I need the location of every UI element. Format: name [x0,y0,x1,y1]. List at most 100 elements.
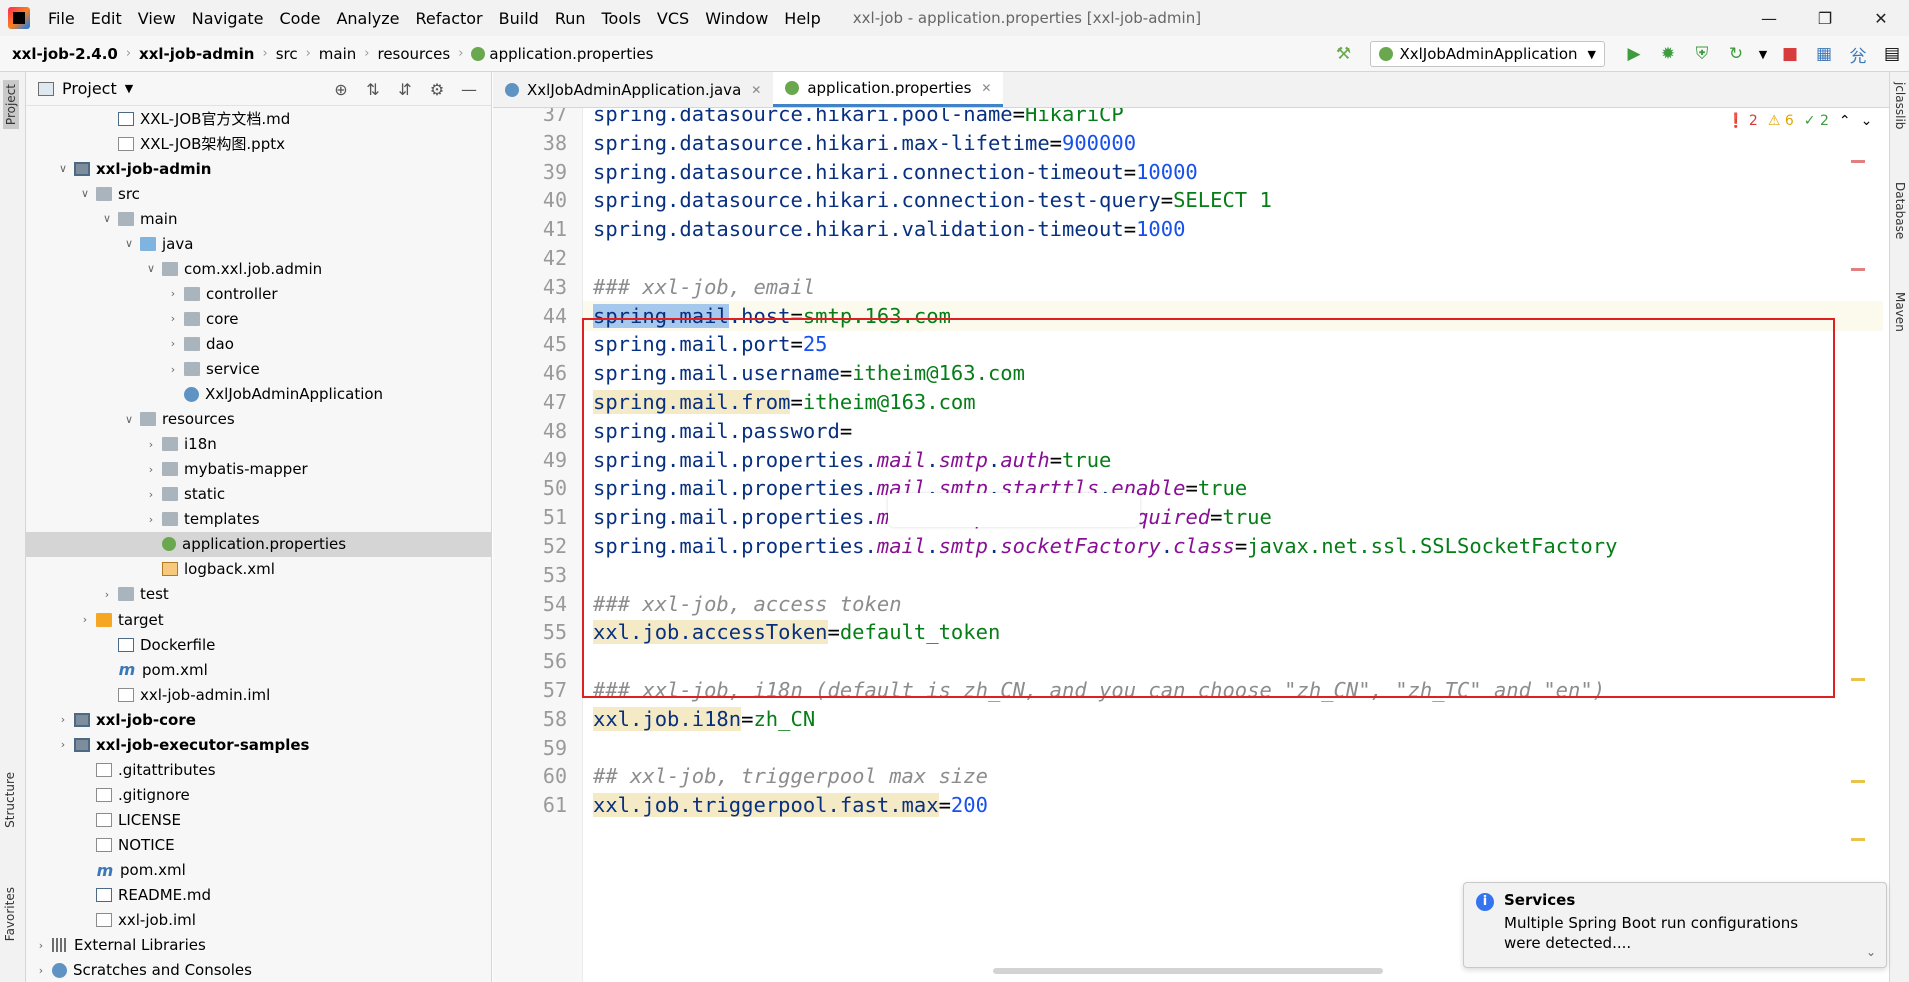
tree-item[interactable]: m pom.xml [26,657,491,682]
menu-help[interactable]: Help [776,9,828,28]
chevron-right-icon[interactable]: › [78,613,92,626]
tree-item[interactable]: LICENSE [26,807,491,832]
tree-item[interactable]: › i18n [26,432,491,457]
favorites-tool-tab[interactable]: Favorites [3,887,17,941]
code-line[interactable]: xxl.job.accessToken=default_token [593,617,1000,647]
project-structure-icon[interactable]: ▦ [1809,39,1839,69]
run-config-selector[interactable]: XxlJobAdminApplication ▼ [1370,41,1605,67]
code-line[interactable]: spring.mail.properties.mail.smtp.auth=tr… [593,445,1111,475]
chevron-down-icon[interactable]: ∨ [122,413,136,426]
menu-build[interactable]: Build [491,9,547,28]
chevron-right-icon[interactable]: › [166,287,180,300]
horizontal-scrollbar[interactable] [993,968,1383,974]
menu-run[interactable]: Run [547,9,594,28]
search-everywhere-icon[interactable]: ▤ [1877,39,1907,69]
breadcrumb-item[interactable]: main [315,45,360,63]
build-hammer-icon[interactable]: ⚒ [1328,39,1358,69]
expand-all-icon[interactable]: ⇅ [357,80,389,99]
debug-icon[interactable]: ✹ [1653,39,1683,69]
code-line[interactable]: ## xxl-job, triggerpool max size [593,761,988,791]
tree-item[interactable]: Dockerfile [26,632,491,657]
hide-icon[interactable]: — [453,80,485,99]
tree-item[interactable]: xxl-job.iml [26,908,491,933]
menu-code[interactable]: Code [272,9,329,28]
code-line[interactable]: spring.mail.host=smtp.163.com [593,301,951,331]
code-line[interactable]: spring.mail.username=itheim@163.com [593,358,1025,388]
tree-item[interactable]: › core [26,306,491,331]
tree-item[interactable]: › target [26,607,491,632]
tree-item[interactable]: › External Libraries [26,933,491,958]
tree-item[interactable]: ∨ com.xxl.job.admin [26,256,491,281]
chevron-down-icon[interactable]: ⌄ [1866,945,1876,959]
tree-item[interactable]: m pom.xml [26,858,491,883]
tree-item[interactable]: ∨ xxl-job-admin [26,156,491,181]
tree-item[interactable]: ∨ resources [26,407,491,432]
breadcrumb-item[interactable]: xxl-job-admin [135,45,258,63]
locate-icon[interactable]: ⊕ [325,80,357,99]
chevron-down-icon[interactable]: ∨ [122,237,136,250]
chevron-down-icon[interactable]: ▼ [125,82,133,95]
menu-edit[interactable]: Edit [83,9,130,28]
code-line[interactable]: ### xxl-job, email [593,272,815,302]
chevron-right-icon[interactable]: › [56,713,70,726]
code-editor[interactable]: 37 38 39 40 41 42 43 44 45 46 47 48 49 50 51 52 53 54 55 56… [493,108,1889,982]
chevron-right-icon[interactable]: › [166,312,180,325]
close-icon[interactable]: ✕ [1853,0,1909,36]
menu-navigate[interactable]: Navigate [184,9,272,28]
maven-tool-tab[interactable]: Maven [1893,292,1907,332]
code-line[interactable]: spring.mail.port=25 [593,329,828,359]
tree-item[interactable]: › test [26,582,491,607]
tree-item[interactable]: application.properties [26,531,491,557]
chevron-down-icon[interactable]: ∨ [100,212,114,225]
chevron-right-icon[interactable]: › [166,337,180,350]
menu-vcs[interactable]: VCS [649,9,697,28]
code-line[interactable]: spring.mail.properties.mail.smtp.socketF… [593,531,1617,561]
chevron-right-icon[interactable]: › [56,738,70,751]
breadcrumb-item[interactable]: xxl-job-2.4.0 [8,45,122,63]
services-notification[interactable]: i Services Multiple Spring Boot run conf… [1463,882,1887,968]
inspection-widget[interactable]: ❗ 2 ⚠ 6 ✓ 2 ⌃ ⌄ [1727,113,1872,129]
tree-item[interactable]: xxl-job-admin.iml [26,682,491,707]
tree-item[interactable]: › controller [26,281,491,306]
code-line[interactable]: spring.datasource.hikari.validation-time… [593,214,1185,244]
error-stripe-mark[interactable] [1851,160,1865,163]
tree-item[interactable]: › xxl-job-executor-samples [26,732,491,757]
chevron-right-icon[interactable]: › [144,438,158,451]
chevron-down-icon[interactable]: ∨ [56,162,70,175]
tree-item[interactable]: › dao [26,331,491,356]
code-line[interactable]: spring.mail.from=itheim@163.com [593,387,976,417]
code-line[interactable]: spring.datasource.hikari.connection-test… [593,185,1272,215]
tree-item[interactable]: .gitattributes [26,757,491,782]
tree-item[interactable]: .gitignore [26,782,491,807]
menu-file[interactable]: File [40,9,83,28]
tab-xxljobadminapplication-java[interactable]: XxlJobAdminApplication.java ✕ [493,72,773,107]
chevron-right-icon[interactable]: › [100,588,114,601]
breadcrumb-item[interactable]: src [272,45,302,63]
code-line[interactable]: xxl.job.triggerpool.fast.max=200 [593,790,988,820]
tree-item[interactable]: XXL-JOB官方文档.md [26,106,491,131]
chevron-down-icon[interactable]: ∨ [78,187,92,200]
code-line[interactable]: ### xxl-job, access token [593,589,902,619]
tree-item[interactable]: logback.xml [26,557,491,582]
code-line[interactable]: ### xxl-job, i18n (default is zh_CN, and… [593,675,1605,705]
tree-item[interactable]: › templates [26,507,491,532]
tree-item[interactable]: NOTICE [26,832,491,857]
structure-tool-tab[interactable]: Structure [3,772,17,828]
menu-refactor[interactable]: Refactor [408,9,491,28]
jclasslib-tool-tab[interactable]: jclasslib [1893,82,1907,129]
code-line[interactable]: xxl.job.i18n=zh_CN [593,704,815,734]
code-line[interactable]: spring.datasource.hikari.max-lifetime=90… [593,128,1136,158]
code-line[interactable]: spring.mail.password= [593,416,852,446]
chevron-right-icon[interactable]: › [144,463,158,476]
tab-application-properties[interactable]: application.properties ✕ [773,72,1004,107]
tree-item[interactable]: ∨ src [26,181,491,206]
chevron-right-icon[interactable]: › [144,488,158,501]
more-run-chevron-icon[interactable]: ▼ [1755,39,1771,69]
error-stripe-mark[interactable] [1851,268,1865,271]
code-line[interactable]: spring.datasource.hikari.pool-name=Hikar… [593,108,1124,129]
project-tool-tab[interactable]: Project [3,80,19,130]
warning-stripe-mark[interactable] [1851,678,1865,681]
chevron-right-icon[interactable]: › [34,964,48,977]
chevron-up-icon[interactable]: ⌃ [1839,113,1851,129]
menu-analyze[interactable]: Analyze [328,9,407,28]
